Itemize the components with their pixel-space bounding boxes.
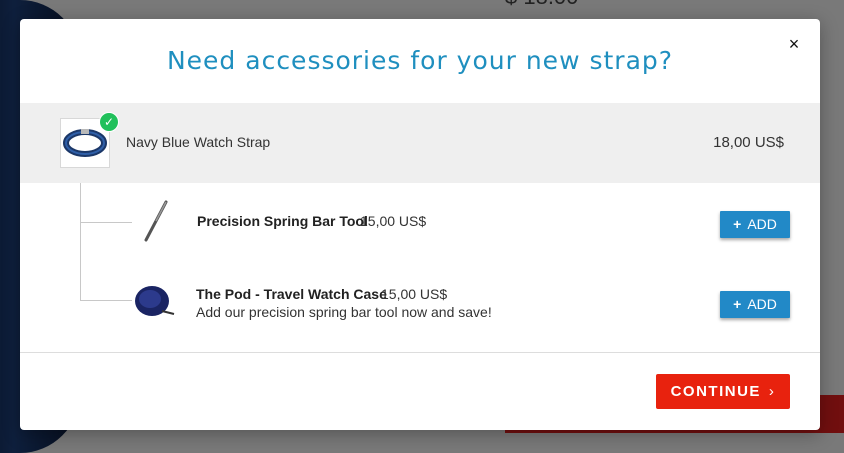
add-spring-bar-tool-button[interactable]: + ADD — [720, 211, 790, 238]
accessory-name: Precision Spring Bar Tool — [197, 213, 368, 229]
main-product-price: 18,00 US$ — [713, 134, 784, 151]
modal-title: Need accessories for your new strap? — [166, 46, 674, 75]
spring-bar-tool-icon — [132, 199, 176, 243]
continue-button-label: CONTINUE — [670, 383, 761, 400]
accessory-price: 15,00 US$ — [381, 286, 448, 302]
main-product-name: Navy Blue Watch Strap — [126, 134, 271, 150]
continue-button[interactable]: CONTINUE › — [656, 374, 790, 409]
accessory-promo-note: Add our precision spring bar tool now an… — [196, 304, 492, 320]
add-button-label: ADD — [747, 216, 777, 232]
footer-divider — [20, 352, 820, 353]
tree-connector-branch — [80, 300, 132, 301]
accessory-name: The Pod - Travel Watch Case — [196, 286, 387, 302]
chevron-right-icon: › — [768, 383, 776, 400]
accessory-price: 15,00 US$ — [360, 213, 427, 229]
plus-icon: + — [733, 296, 742, 312]
add-button-label: ADD — [747, 296, 777, 312]
tree-connector-vertical — [80, 183, 81, 300]
main-product-row: ✓ Navy Blue Watch Strap 18,00 US$ — [20, 103, 820, 183]
add-travel-watch-case-button[interactable]: + ADD — [720, 291, 790, 318]
travel-watch-case-icon — [132, 281, 176, 325]
plus-icon: + — [733, 216, 742, 232]
accessories-modal: × Need accessories for your new strap? ✓… — [20, 19, 820, 430]
selected-check-icon: ✓ — [99, 112, 119, 132]
tree-connector-branch — [80, 222, 132, 223]
